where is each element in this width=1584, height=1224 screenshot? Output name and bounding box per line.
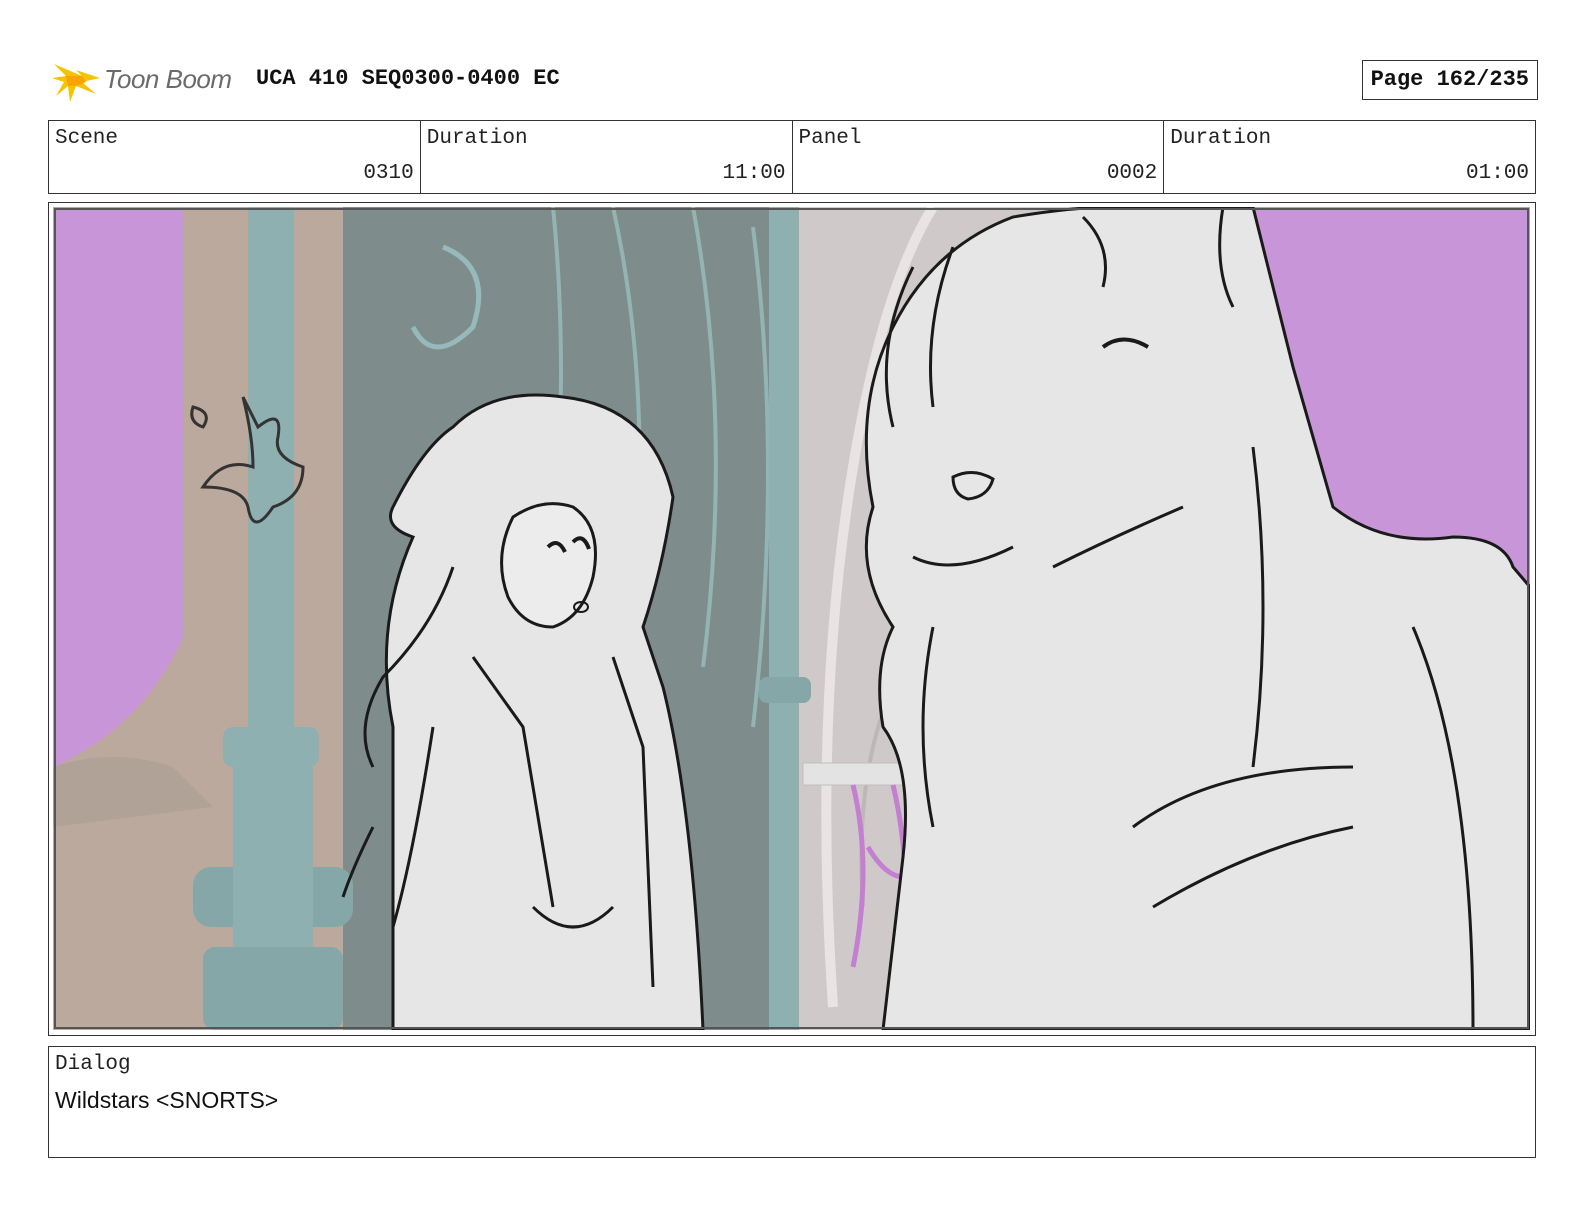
dialog-label: Dialog xyxy=(55,1053,131,1076)
scene-duration-cell: Duration 11:00 xyxy=(421,121,793,193)
storyboard-panel xyxy=(48,202,1536,1036)
scene-label: Scene xyxy=(55,127,119,150)
panel-duration-label: Duration xyxy=(1170,127,1272,150)
dialog-text: Wildstars <SNORTS> xyxy=(55,1087,279,1113)
panel-label: Panel xyxy=(798,127,862,150)
shot-info-table: Scene 0310 Duration 11:00 Panel 0002 Dur… xyxy=(48,120,1536,194)
panel-artwork xyxy=(53,207,1530,1030)
panel-duration-cell: Duration 01:00 xyxy=(1164,121,1535,193)
left-pillar xyxy=(248,207,294,767)
scene-cell: Scene 0310 xyxy=(49,121,421,193)
panel-cell: Panel 0002 xyxy=(793,121,1165,193)
logo-text: Toon Boom xyxy=(104,64,232,94)
page-header: Toon Boom UCA 410 SEQ0300-0400 EC Page 1… xyxy=(52,54,1538,106)
scene-duration-value: 11:00 xyxy=(722,162,786,185)
dialog-box: Dialog Wildstars <SNORTS> xyxy=(48,1046,1536,1158)
toon-boom-logo: Toon Boom xyxy=(52,56,242,106)
panel-duration-value: 01:00 xyxy=(1465,162,1529,185)
right-pillar xyxy=(769,207,799,1030)
scene-value: 0310 xyxy=(363,162,414,185)
starburst-logo-icon xyxy=(52,64,100,102)
document-title: UCA 410 SEQ0300-0400 EC xyxy=(256,66,560,91)
scene-duration-label: Duration xyxy=(426,127,528,150)
panel-value: 0002 xyxy=(1106,162,1158,185)
page-number: Page 162/235 xyxy=(1361,60,1538,100)
